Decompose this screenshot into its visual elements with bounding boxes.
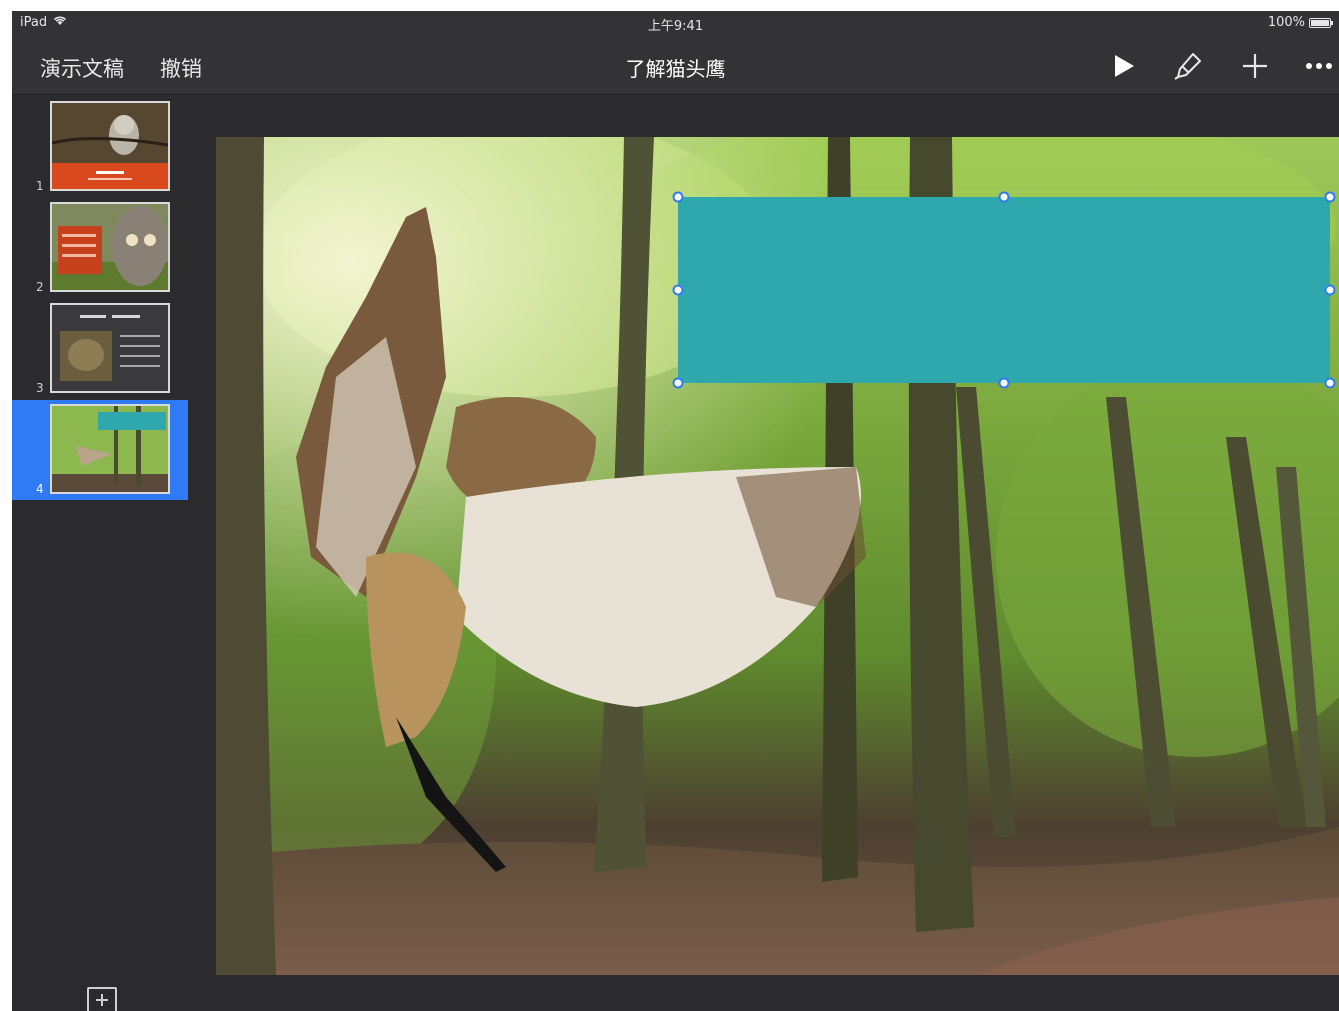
play-button[interactable] bbox=[1107, 49, 1141, 83]
ipad-screen: iPad 上午9:41 100% 演示文稿 撤销 了解猫头鹰 1 2 3 4 bbox=[12, 11, 1339, 1011]
add-slide-icon bbox=[96, 994, 108, 1006]
undo-button[interactable]: 撤销 bbox=[160, 53, 202, 83]
slide-navigator: 1 2 3 4 bbox=[12, 95, 188, 1011]
resize-handle-bottom[interactable] bbox=[998, 377, 1010, 389]
battery-percent: 100% bbox=[1267, 15, 1305, 30]
plus-icon bbox=[1243, 54, 1267, 78]
slide-number: 2 bbox=[36, 280, 44, 294]
presentations-button[interactable]: 演示文稿 bbox=[40, 53, 124, 83]
resize-handle-bottom-right[interactable] bbox=[1324, 377, 1336, 389]
resize-handle-left[interactable] bbox=[672, 284, 684, 296]
slide-thumbnail-2[interactable]: 2 bbox=[12, 198, 188, 298]
slide-2-preview bbox=[50, 202, 170, 292]
slide-thumbnail-4[interactable]: 4 bbox=[12, 400, 188, 500]
more-icon bbox=[1306, 63, 1332, 69]
selected-shape[interactable] bbox=[678, 197, 1330, 383]
slide-thumbnail-3[interactable]: 3 bbox=[12, 299, 188, 399]
battery-icon bbox=[1309, 17, 1333, 28]
slide-1-preview bbox=[50, 101, 170, 191]
resize-handle-top-right[interactable] bbox=[1324, 191, 1336, 203]
slide-4-image bbox=[52, 406, 168, 492]
resize-handle-bottom-left[interactable] bbox=[672, 377, 684, 389]
slide-3-preview bbox=[50, 303, 170, 393]
status-right: 100% bbox=[1267, 15, 1333, 30]
play-icon bbox=[1115, 55, 1134, 77]
slide-canvas bbox=[188, 95, 1339, 1011]
slide-2-image bbox=[52, 204, 168, 290]
status-time: 上午9:41 bbox=[647, 19, 704, 34]
insert-button[interactable] bbox=[1238, 49, 1272, 83]
resize-handle-top-left[interactable] bbox=[672, 191, 684, 203]
more-button[interactable] bbox=[1302, 49, 1336, 83]
slide-1-image bbox=[52, 103, 168, 189]
slide-number: 3 bbox=[36, 381, 44, 395]
slide-3-image bbox=[52, 305, 168, 391]
slide-thumbnail-1[interactable]: 1 bbox=[12, 97, 188, 197]
slide-number: 1 bbox=[36, 179, 44, 193]
status-bar: iPad 上午9:41 100% bbox=[12, 11, 1339, 37]
format-button[interactable] bbox=[1172, 49, 1206, 83]
add-slide-button[interactable] bbox=[87, 987, 117, 1011]
brush-icon bbox=[1174, 53, 1201, 80]
resize-handle-top[interactable] bbox=[998, 191, 1010, 203]
slide-number: 4 bbox=[36, 482, 44, 496]
slide-4-preview bbox=[50, 404, 170, 494]
resize-handle-right[interactable] bbox=[1324, 284, 1336, 296]
current-slide[interactable] bbox=[216, 137, 1339, 975]
toolbar: 演示文稿 撤销 了解猫头鹰 bbox=[12, 37, 1339, 95]
